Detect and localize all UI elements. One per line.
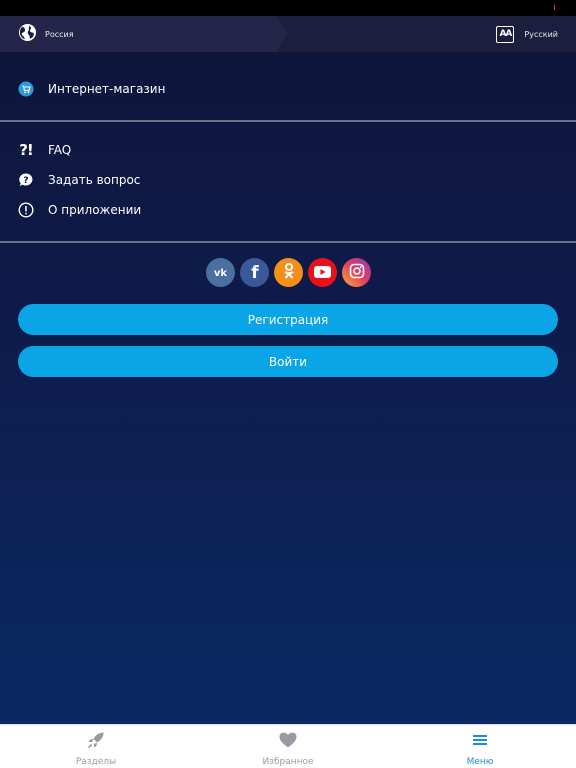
status-bar (0, 0, 576, 16)
tab-favorites-label: Избранное (262, 757, 314, 767)
menu-item-about[interactable]: О приложении (18, 200, 141, 220)
menu-item-shop[interactable]: Интернет-магазин (18, 79, 165, 99)
menu-item-ask-question-label: Задать вопрос (48, 173, 141, 187)
tab-favorites[interactable]: Избранное (192, 725, 384, 768)
youtube-icon (314, 263, 331, 282)
font-size-icon: AA (496, 25, 515, 43)
tab-sections[interactable]: Разделы (0, 725, 192, 768)
facebook-button[interactable]: f (240, 258, 269, 287)
divider (0, 120, 576, 122)
recording-indicator (554, 5, 555, 10)
hamburger-menu-icon (470, 730, 490, 754)
menu-item-shop-label: Интернет-магазин (48, 82, 166, 96)
region-selector[interactable]: Россия (18, 23, 74, 46)
globe-icon (18, 23, 37, 46)
svg-text:?: ? (23, 176, 28, 186)
info-icon (18, 202, 34, 218)
svg-text:f: f (251, 263, 259, 280)
login-button[interactable]: Войти (18, 346, 558, 377)
instagram-icon (349, 263, 365, 283)
faq-icon: ?! (19, 141, 34, 159)
instagram-button[interactable] (342, 258, 371, 287)
language-label: Русский (524, 29, 558, 39)
tab-menu[interactable]: Меню (384, 725, 576, 768)
youtube-button[interactable] (308, 258, 337, 287)
menu-item-faq-label: FAQ (48, 143, 72, 157)
shop-icon (18, 81, 34, 97)
top-bar: Россия AA Русский (0, 16, 576, 52)
language-selector[interactable]: AA Русский (496, 24, 558, 44)
question-bubble-icon: ? (18, 172, 34, 188)
bottom-tab-bar: Разделы Избранное Меню (0, 724, 576, 768)
menu-item-faq[interactable]: ?! FAQ (18, 140, 71, 160)
region-label: Россия (45, 29, 74, 39)
svg-text:vk: vk (214, 268, 228, 278)
social-links: vk f (206, 258, 376, 287)
odnoklassniki-button[interactable] (274, 258, 303, 287)
menu-item-about-label: О приложении (48, 203, 142, 217)
heart-icon (278, 730, 298, 754)
divider (0, 241, 576, 243)
odnoklassniki-icon (283, 262, 295, 284)
vk-button[interactable]: vk (206, 258, 235, 287)
rocket-icon (86, 730, 106, 754)
tab-sections-label: Разделы (75, 757, 117, 767)
tab-menu-label: Меню (466, 757, 494, 767)
menu-item-ask-question[interactable]: ? Задать вопрос (18, 170, 140, 190)
facebook-icon: f (249, 262, 261, 284)
register-button[interactable]: Регистрация (18, 304, 558, 335)
vk-icon: vk (212, 263, 229, 282)
